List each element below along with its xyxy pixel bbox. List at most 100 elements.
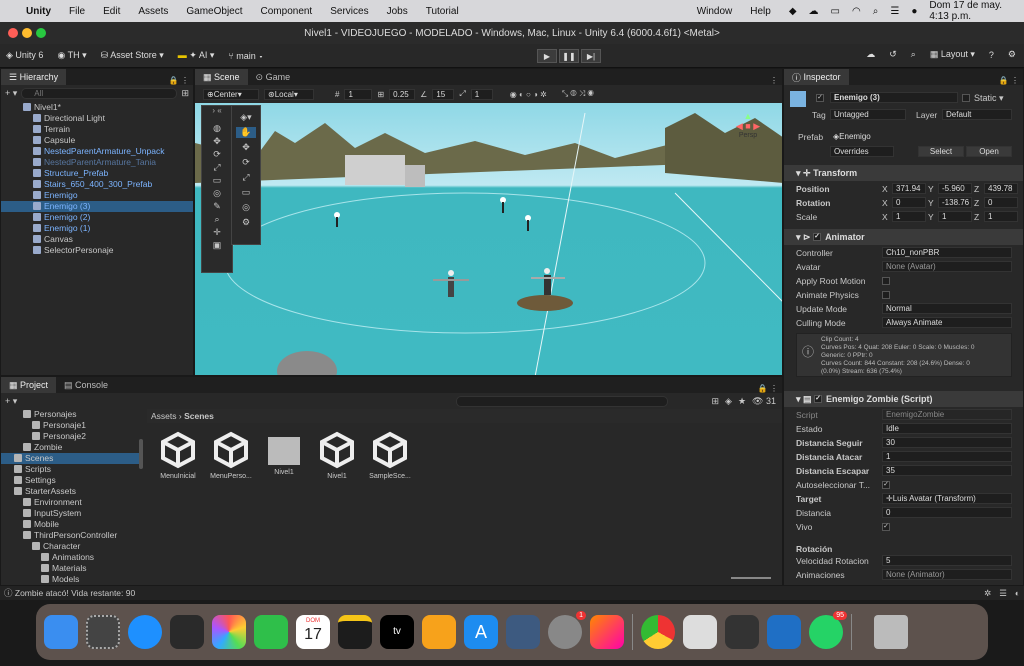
tab-project[interactable]: ▦ Project [1,377,57,393]
rect-tool-icon[interactable]: ▭ [213,175,222,186]
asset-item[interactable]: MenuPerso... [206,431,256,480]
minimize-button[interactable] [22,28,32,38]
grid-icon[interactable]: # [335,90,339,99]
vivo-checkbox[interactable]: ✓ [882,523,890,531]
transform-icon[interactable]: ◎ [242,202,250,213]
photos-icon[interactable] [212,615,246,649]
pan-tool-icon[interactable]: ✛ [213,227,221,238]
rotate-tool-icon[interactable]: ⟳ [213,149,221,160]
trash-icon[interactable] [874,615,908,649]
select-button[interactable]: Select [918,146,964,157]
rect-icon[interactable]: ▭ [242,187,251,198]
project-folder[interactable]: Personajes [1,409,143,420]
ai-button[interactable]: ▬ ✦ AI ▾ [178,50,215,61]
project-folder[interactable]: StarterAssets [1,486,143,497]
star-icon[interactable]: ★ [738,396,746,407]
pos-x-field[interactable]: 371.94 [892,183,926,194]
asset-item[interactable]: MenuInicial [153,431,203,480]
apple-tv-icon[interactable]: tv [380,615,414,649]
hierarchy-item[interactable]: NestedParentArmature_Tania [1,157,193,168]
asset-item[interactable]: SampleSce... [365,431,415,480]
camera-tool-icon[interactable]: ▣ [213,240,222,251]
whatsapp-icon[interactable]: 95 [809,611,847,649]
menu-jobs[interactable]: Jobs [387,6,408,17]
tree-scrollbar[interactable] [139,439,143,469]
simulator-icon[interactable] [506,615,540,649]
hierarchy-item[interactable]: Stairs_650_400_300_Prefab [1,179,193,190]
help-icon[interactable]: ? [989,50,994,60]
hierarchy-item[interactable]: Enemigo (2) [1,212,193,223]
menu-gameobject[interactable]: GameObject [186,6,242,17]
hierarchy-item[interactable]: Directional Light [1,113,193,124]
zoom-slider[interactable] [731,577,771,579]
lock-icon[interactable]: 🔒 ⋮ [169,76,193,85]
project-folder[interactable]: Environment [1,497,143,508]
hierarchy-item[interactable]: Enemigo (1) [1,223,193,234]
tab-hierarchy[interactable]: ☰ Hierarchy [1,69,67,85]
tab-scene[interactable]: ▦ Scene [195,69,248,85]
cube-icon[interactable]: ◈▾ [240,112,251,123]
animaciones-field[interactable]: None (Animator) [882,569,1012,580]
animate-physics-checkbox[interactable] [882,291,890,299]
distancia-seguir-field[interactable]: 30 [882,437,1012,448]
project-folder[interactable]: Zombie [1,442,143,453]
close-button[interactable] [8,28,18,38]
scale-tool-icon[interactable]: ⤢ [213,162,220,173]
tab-console[interactable]: ▤ Console [56,377,116,393]
hierarchy-search-input[interactable]: All [21,87,178,99]
pos-z-field[interactable]: 439.78 [984,183,1018,194]
launchpad-icon[interactable] [86,615,120,649]
grid-size-field[interactable]: 1 [344,88,373,100]
hierarchy-item[interactable]: Enemigo [1,190,193,201]
search-icon[interactable]: ⌕ [911,49,916,60]
app-menu[interactable]: Unity [26,6,51,17]
cloud-icon[interactable]: ☁ [809,6,819,17]
panel-menu-icon[interactable]: ⋮ [770,76,782,85]
unity-version-button[interactable]: ◈ Unity 6 [6,50,43,61]
transform-tool-icon[interactable]: ◎ [213,188,221,199]
control-center-icon[interactable]: ☰ [890,6,899,17]
chrome-icon[interactable] [641,615,675,649]
breadcrumb-scenes[interactable]: Scenes [184,411,214,421]
cloud-icon[interactable]: ☁ [866,49,875,60]
move-tool-icon[interactable]: ✥ [213,136,221,147]
project-folder[interactable]: Personaje2 [1,431,143,442]
menu-edit[interactable]: Edit [103,6,120,17]
static-toggle[interactable]: Static ▾ [962,93,1004,104]
finder-icon[interactable] [44,615,78,649]
custom-tool-icon[interactable]: ✎ [213,201,221,212]
controller-field[interactable]: Ch10_nonPBR [882,247,1012,258]
debug-icon[interactable]: ✲ [984,588,991,599]
hierarchy-item[interactable]: SelectorPersonaje [1,245,193,256]
open-button[interactable]: Open [966,146,1012,157]
unity-hub-icon[interactable] [683,615,717,649]
account-button[interactable]: ◉ TH ▾ [57,50,86,61]
wifi-icon[interactable]: ◠ [852,6,861,17]
hierarchy-item[interactable]: Enemigo (3) [1,201,193,212]
menu-component[interactable]: Component [261,6,313,17]
menu-assets[interactable]: Assets [138,6,168,17]
scale-field[interactable]: 1 [470,88,493,100]
pivot-dropdown[interactable]: ⊕ Center ▾ [203,88,259,100]
orientation-gizmo[interactable]: ▲ ◀ ■ ▶ Persp [728,111,768,161]
safari-icon[interactable] [128,615,162,649]
battery-icon[interactable]: ▭ [831,6,840,17]
menu-help[interactable]: Help [750,6,771,17]
tab-inspector[interactable]: ⓘ Inspector [784,69,849,85]
hierarchy-item[interactable]: NestedParentArmature_Unpack [1,146,193,157]
lock-icon[interactable]: 🔒 ⋮ [999,76,1023,85]
system-settings-icon[interactable]: 1 [548,611,586,649]
collapse-icon[interactable]: › « [202,106,232,115]
project-folder[interactable]: Character [1,541,143,552]
project-folder[interactable]: Models [1,574,143,585]
angle-field[interactable]: 15 [432,88,455,100]
avatar-field[interactable]: None (Avatar) [882,261,1012,272]
active-checkbox[interactable]: ✓ [816,94,824,102]
status-message[interactable]: Zombie atacó! Vida restante: 90 [15,588,135,598]
facetime-icon[interactable] [254,615,288,649]
jetbrains-icon[interactable] [590,615,624,649]
script-header[interactable]: ▾ ▤ ✓ Enemigo Zombie (Script) [784,391,1023,407]
animator-header[interactable]: ▾ ⊳ ✓ Animator [784,229,1023,245]
target-field[interactable]: ✛ Luis Avatar (Transform) [882,493,1012,504]
project-folder[interactable]: Personaje1 [1,420,143,431]
